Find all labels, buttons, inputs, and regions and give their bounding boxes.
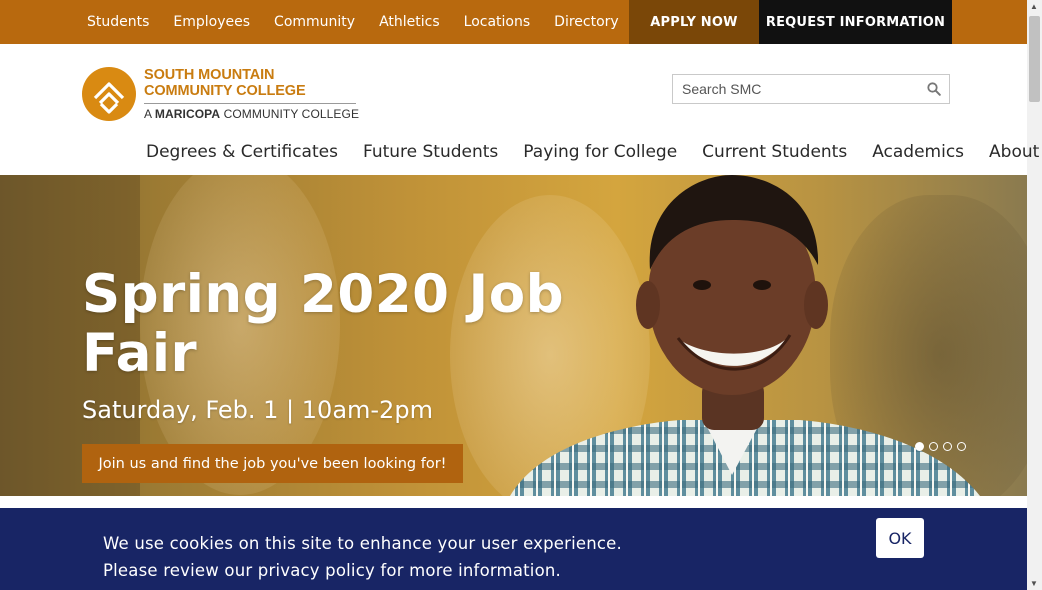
carousel-dot-3[interactable]	[943, 442, 952, 451]
nav-current-students[interactable]: Current Students	[702, 142, 847, 162]
nav-paying-for-college[interactable]: Paying for College	[523, 142, 677, 162]
util-link-community[interactable]: Community	[274, 14, 355, 30]
utility-bar: Students Employees Community Athletics L…	[0, 0, 1027, 44]
logo-sub-rest: COMMUNITY COLLEGE	[223, 107, 360, 121]
util-link-students[interactable]: Students	[87, 14, 149, 30]
hero-cta-button[interactable]: Join us and find the job you've been loo…	[82, 444, 463, 483]
cookie-banner: We use cookies on this site to enhance y…	[0, 508, 1027, 590]
logo-line-2: COMMUNITY COLLEGE	[144, 82, 306, 99]
utility-nav: Students Employees Community Athletics L…	[87, 0, 619, 44]
cookie-line-2[interactable]: Please review our privacy policy for mor…	[103, 557, 622, 584]
util-link-athletics[interactable]: Athletics	[379, 14, 440, 30]
search-input[interactable]	[673, 75, 922, 103]
nav-about[interactable]: About	[989, 142, 1039, 162]
carousel-dot-4[interactable]	[957, 442, 966, 451]
scroll-down-arrow-icon[interactable]: ▼	[1030, 579, 1038, 588]
college-logo[interactable]: SOUTH MOUNTAIN COMMUNITY COLLEGE A MARIC…	[82, 67, 372, 127]
carousel-dot-2[interactable]	[929, 442, 938, 451]
nav-degrees-certificates[interactable]: Degrees & Certificates	[146, 142, 338, 162]
hero-date: Saturday, Feb. 1 | 10am-2pm	[82, 396, 433, 424]
nav-future-students[interactable]: Future Students	[363, 142, 498, 162]
cookie-ok-button[interactable]: OK	[876, 518, 924, 558]
util-link-employees[interactable]: Employees	[173, 14, 250, 30]
logo-wordmark: SOUTH MOUNTAIN COMMUNITY COLLEGE	[144, 67, 306, 99]
mountain-logo-icon	[82, 67, 136, 121]
logo-sub-bold: MARICOPA	[154, 107, 221, 121]
util-link-locations[interactable]: Locations	[464, 14, 531, 30]
util-link-directory[interactable]: Directory	[554, 14, 619, 30]
search-icon[interactable]	[927, 82, 941, 96]
site-search	[672, 74, 950, 104]
main-nav: Degrees & Certificates Future Students P…	[146, 142, 1039, 162]
cookie-line-1: We use cookies on this site to enhance y…	[103, 534, 622, 553]
apply-now-button[interactable]: APPLY NOW	[629, 0, 759, 44]
scroll-up-arrow-icon[interactable]: ▲	[1030, 2, 1038, 11]
hero-title: Spring 2020 Job Fair	[82, 264, 565, 384]
request-information-button[interactable]: REQUEST INFORMATION	[759, 0, 952, 44]
logo-subtitle: A MARICOPA COMMUNITY COLLEGE	[144, 107, 359, 121]
carousel-dots	[915, 442, 966, 451]
nav-academics[interactable]: Academics	[872, 142, 964, 162]
logo-sub-prefix: A	[144, 107, 152, 121]
logo-line-1: SOUTH MOUNTAIN	[144, 67, 275, 83]
scrollbar-thumb[interactable]	[1029, 16, 1040, 102]
logo-divider	[144, 103, 356, 104]
carousel-dot-1[interactable]	[915, 442, 924, 451]
cookie-message: We use cookies on this site to enhance y…	[103, 530, 622, 584]
vertical-scrollbar[interactable]: ▲ ▼	[1027, 0, 1042, 590]
